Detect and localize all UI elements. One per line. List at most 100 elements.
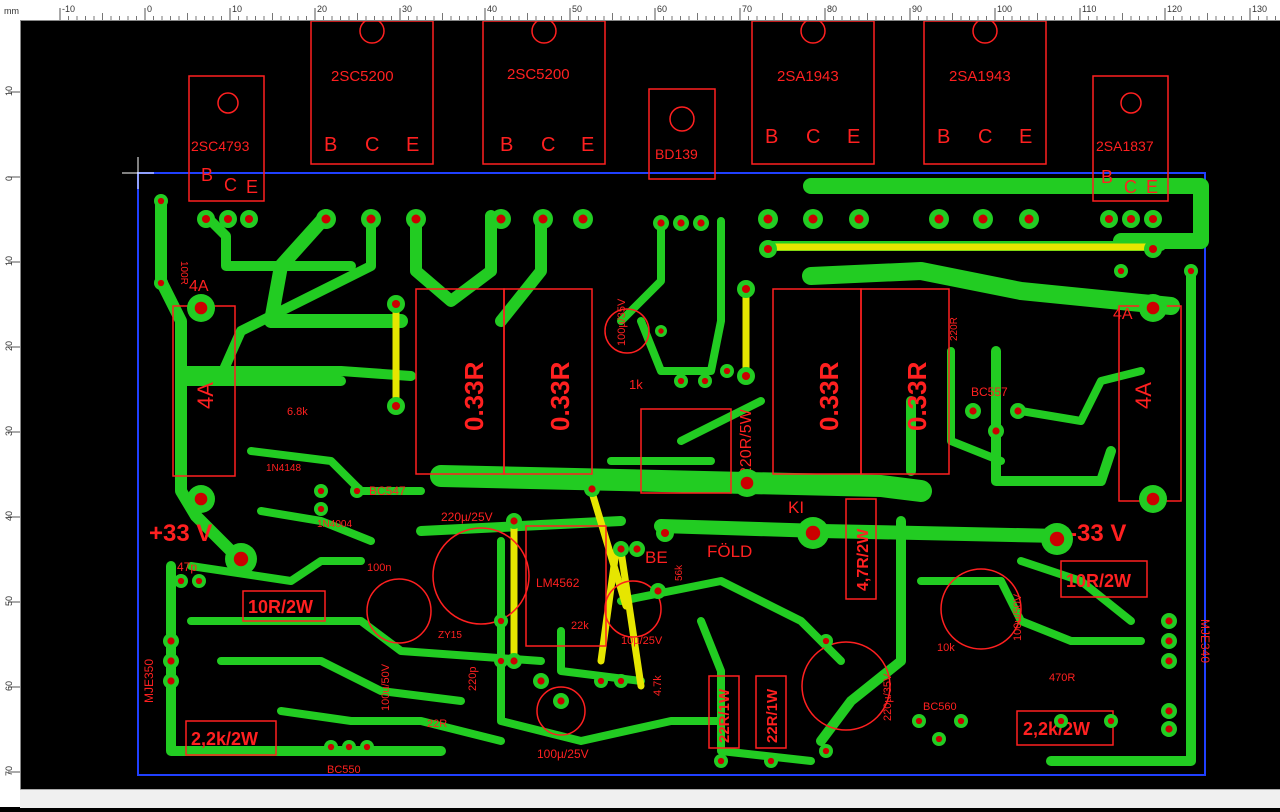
pad-hole — [578, 214, 588, 224]
r220r-label: 220R — [949, 317, 960, 341]
pad-hole — [957, 717, 965, 725]
ruler-label: 30 — [4, 426, 14, 436]
q2-pin-c: C — [365, 134, 379, 156]
pad-hole — [992, 427, 1000, 435]
pad-hole — [497, 657, 505, 665]
r2-label: 0.33R — [545, 361, 575, 431]
pad-hole — [1165, 657, 1173, 665]
q7-pin-c: C — [1124, 177, 1137, 197]
pad-hole — [157, 197, 165, 205]
pad-hole — [537, 677, 545, 685]
pad-hole — [167, 657, 175, 665]
r22k-left-label: 2,2k/2W — [191, 729, 258, 749]
c220u35-label: 220µ/35V — [882, 673, 894, 721]
q3-pin-e: E — [581, 134, 594, 156]
ic-label: LM4562 — [536, 576, 580, 590]
pad-hole — [677, 219, 685, 227]
ruler-label: 110 — [1082, 4, 1096, 14]
r56k-label: 56k — [674, 564, 685, 581]
q6-pin-b: B — [937, 126, 950, 148]
pad-hole — [978, 214, 988, 224]
q7-label: 2SA1837 — [1096, 138, 1154, 154]
q3-label: 2SC5200 — [507, 66, 570, 83]
d1n4148-label: 1N4148 — [266, 463, 301, 474]
mje340-label: MJE340 — [1198, 619, 1212, 663]
pad-hole — [658, 328, 664, 334]
pad-hole — [233, 551, 249, 567]
c100u50-right-label: 100u/50V — [1012, 593, 1024, 641]
pad-hole — [353, 487, 361, 495]
pad-hole — [167, 677, 175, 685]
pad-hole — [496, 214, 506, 224]
ruler-label: -10 — [62, 4, 75, 14]
pad-hole — [741, 284, 751, 294]
r22r-label: 22R — [427, 718, 447, 730]
pad-hole — [763, 244, 773, 254]
r47r2w-label: 4,7R/2W — [855, 528, 872, 591]
pad-hole — [723, 367, 731, 375]
r4-label: 0.33R — [902, 361, 932, 431]
c100u35-label: 100µ/35V — [616, 298, 628, 346]
c100u25-label: 100µ/25V — [537, 747, 589, 761]
ruler-label: 20 — [317, 4, 327, 14]
q5-label: 2SA1943 — [777, 68, 839, 85]
pad-hole — [822, 747, 830, 755]
c220p-label: 220p — [467, 667, 479, 691]
ruler-label: 40 — [487, 4, 497, 14]
r1k-label: 1k — [629, 377, 643, 392]
pad-hole — [510, 657, 518, 665]
q7-pin-e: E — [1146, 177, 1158, 197]
pad-hole — [194, 492, 208, 506]
r47k-label: 4.7k — [652, 675, 664, 696]
vertical-ruler: 10 0 10 20 30 40 50 60 70 — [0, 20, 21, 807]
r100r-label: 100R — [178, 261, 189, 285]
pad-hole — [538, 214, 548, 224]
pad-hole — [588, 485, 596, 493]
q5-pin-c: C — [806, 126, 820, 148]
pad-hole — [1146, 301, 1160, 315]
bc560-label: BC560 — [923, 701, 957, 713]
crosshair-cursor-icon — [122, 157, 154, 189]
pad-hole — [1148, 214, 1158, 224]
pad-hole — [177, 577, 185, 585]
pad-hole — [654, 587, 662, 595]
pad-hole — [1014, 407, 1022, 415]
pad-hole — [1117, 267, 1125, 275]
c47p-label: 47p — [177, 560, 197, 574]
ruler-label: 40 — [4, 511, 14, 521]
ruler-label: 50 — [572, 4, 582, 14]
ruler-label: 100 — [997, 4, 1012, 14]
pad-hole — [510, 517, 518, 525]
ruler-label: 60 — [657, 4, 667, 14]
fuse-right-label: 4A — [1113, 306, 1133, 323]
pad-hole — [321, 214, 331, 224]
pad-hole — [391, 299, 401, 309]
ruler-label: 20 — [4, 341, 14, 351]
d1n4004-label: 1N4004 — [317, 519, 352, 530]
r220r5w-label: 220R/5W — [738, 408, 755, 476]
pad-hole — [740, 476, 754, 490]
q3-pin-c: C — [541, 134, 555, 156]
pcb-canvas[interactable]: 2SC4793 2SC5200 2SC5200 BD139 2SA1943 2S… — [21, 21, 1280, 788]
pad-hole — [1049, 531, 1065, 547]
r10k-label: 10k — [937, 642, 955, 654]
pad-hole — [617, 677, 625, 685]
pad-hole — [157, 279, 165, 287]
bc557-label: BC557 — [971, 385, 1008, 399]
r10r-right-label: 10R/2W — [1066, 571, 1131, 591]
ruler-label: 70 — [4, 766, 14, 776]
c100n-label: 100n — [367, 562, 391, 574]
ruler-label: 60 — [4, 681, 14, 691]
q1-pin-e: E — [246, 177, 258, 197]
pad-hole — [201, 214, 211, 224]
pad-hole — [1104, 214, 1114, 224]
pad-hole — [1126, 214, 1136, 224]
ruler-label: 120 — [1167, 4, 1182, 14]
fuse-left-body: 4A — [193, 382, 218, 409]
pad-hole — [701, 377, 709, 385]
pad-hole — [763, 214, 773, 224]
q5-pin-e: E — [847, 126, 860, 148]
r3-label: 0.33R — [814, 361, 844, 431]
pad-hole — [1165, 725, 1173, 733]
q2-label: 2SC5200 — [331, 68, 394, 85]
